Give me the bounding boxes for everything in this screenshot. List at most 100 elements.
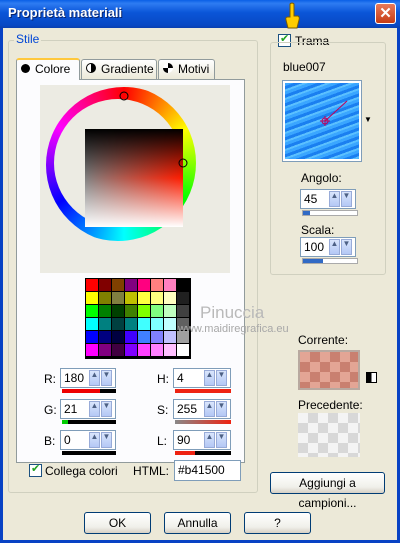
palette-swatch[interactable] (86, 331, 98, 343)
pattern-dropdown[interactable]: ▼ (362, 80, 374, 162)
palette-swatch[interactable] (151, 305, 163, 317)
palette-swatch[interactable] (125, 331, 137, 343)
palette-swatch[interactable] (99, 318, 111, 330)
spin-up-icon[interactable]: ▲ (329, 191, 340, 207)
l-slider[interactable] (175, 451, 231, 455)
h-spinbox[interactable]: 4 ▲ ▼ (173, 368, 231, 388)
palette-swatch[interactable] (164, 305, 176, 317)
palette-swatch[interactable] (164, 344, 176, 356)
palette-swatch[interactable] (151, 279, 163, 291)
s-slider[interactable] (175, 420, 231, 424)
palette-swatch[interactable] (99, 344, 111, 356)
palette-swatch[interactable] (177, 292, 189, 304)
palette-swatch[interactable] (125, 292, 137, 304)
r-spinbox[interactable]: 180 ▲ ▼ (60, 368, 116, 388)
palette-swatch[interactable] (112, 305, 124, 317)
scale-slider[interactable] (302, 258, 358, 264)
color-wheel-area[interactable] (40, 85, 230, 273)
add-to-swatches-button[interactable]: Aggiungi a campioni... (270, 472, 385, 510)
palette-swatch[interactable] (125, 305, 137, 317)
r-value[interactable]: 180 (64, 371, 84, 385)
spin-down-icon[interactable]: ▼ (101, 401, 112, 417)
ok-button[interactable]: OK (84, 512, 151, 534)
r-slider[interactable] (62, 389, 116, 393)
palette-swatch[interactable] (138, 305, 150, 317)
l-spinbox[interactable]: 90 ▲ ▼ (173, 430, 231, 450)
spin-up-icon[interactable]: ▲ (89, 370, 100, 386)
palette-swatch[interactable] (151, 344, 163, 356)
g-slider[interactable] (62, 420, 116, 424)
palette-swatch[interactable] (99, 292, 111, 304)
title-bar[interactable]: Proprietà materiali ✕ (0, 0, 400, 28)
palette-swatch[interactable] (125, 318, 137, 330)
spin-down-icon[interactable]: ▼ (341, 191, 352, 207)
palette-swatch[interactable] (138, 318, 150, 330)
g-value[interactable]: 21 (64, 402, 77, 416)
palette-swatch[interactable] (151, 331, 163, 343)
palette-swatch[interactable] (138, 279, 150, 291)
h-slider[interactable] (175, 389, 231, 393)
tab-colore[interactable]: Colore (16, 58, 80, 80)
html-value[interactable]: #b41500 (178, 463, 225, 477)
angle-value[interactable]: 45 (304, 192, 317, 206)
color-palette[interactable] (85, 278, 191, 359)
spin-up-icon[interactable]: ▲ (89, 401, 100, 417)
palette-swatch[interactable] (164, 331, 176, 343)
close-button[interactable]: ✕ (375, 3, 396, 24)
current-swatch[interactable] (298, 350, 360, 390)
previous-swatch[interactable] (298, 413, 360, 457)
b-slider[interactable] (62, 451, 116, 455)
help-button[interactable]: ? (244, 512, 311, 534)
b-value[interactable]: 0 (64, 433, 71, 447)
color-wheel[interactable] (40, 85, 230, 273)
palette-swatch[interactable] (138, 331, 150, 343)
palette-swatch[interactable] (99, 279, 111, 291)
spin-down-icon[interactable]: ▼ (216, 370, 227, 386)
palette-swatch[interactable] (86, 305, 98, 317)
palette-swatch[interactable] (112, 292, 124, 304)
scale-spinbox[interactable]: 100 ▲ ▼ (300, 237, 356, 257)
palette-swatch[interactable] (112, 331, 124, 343)
spin-down-icon[interactable]: ▼ (341, 239, 352, 255)
angle-slider[interactable] (302, 210, 358, 216)
palette-swatch[interactable] (86, 318, 98, 330)
l-value[interactable]: 90 (177, 433, 190, 447)
palette-swatch[interactable] (125, 344, 137, 356)
palette-swatch[interactable] (112, 318, 124, 330)
palette-swatch[interactable] (164, 318, 176, 330)
palette-swatch[interactable] (138, 292, 150, 304)
palette-swatch[interactable] (138, 344, 150, 356)
tab-gradiente[interactable]: Gradiente (81, 59, 157, 79)
spin-up-icon[interactable]: ▲ (204, 432, 215, 448)
palette-swatch[interactable] (151, 318, 163, 330)
scale-value[interactable]: 100 (304, 240, 324, 254)
spin-up-icon[interactable]: ▲ (329, 239, 340, 255)
s-spinbox[interactable]: 255 ▲ ▼ (173, 399, 231, 419)
spin-down-icon[interactable]: ▼ (101, 370, 112, 386)
palette-swatch[interactable] (112, 279, 124, 291)
tab-motivi[interactable]: Motivi (158, 59, 215, 79)
palette-swatch[interactable] (164, 279, 176, 291)
pattern-swatch[interactable] (282, 80, 362, 162)
palette-swatch[interactable] (86, 279, 98, 291)
spin-up-icon[interactable]: ▲ (89, 432, 100, 448)
palette-swatch[interactable] (86, 292, 98, 304)
h-value[interactable]: 4 (177, 371, 184, 385)
html-input[interactable]: #b41500 (174, 460, 241, 481)
spin-up-icon[interactable]: ▲ (204, 370, 215, 386)
angle-spinbox[interactable]: 45 ▲ ▼ (300, 189, 356, 209)
palette-swatch[interactable] (177, 279, 189, 291)
b-spinbox[interactable]: 0 ▲ ▼ (60, 430, 116, 450)
swap-icon[interactable] (366, 372, 377, 383)
cancel-button[interactable]: Annulla (164, 512, 231, 534)
palette-swatch[interactable] (164, 292, 176, 304)
palette-swatch[interactable] (99, 331, 111, 343)
spin-down-icon[interactable]: ▼ (216, 401, 227, 417)
palette-swatch[interactable] (177, 305, 189, 317)
palette-swatch[interactable] (99, 305, 111, 317)
g-spinbox[interactable]: 21 ▲ ▼ (60, 399, 116, 419)
palette-swatch[interactable] (125, 279, 137, 291)
collega-colori-checkbox[interactable] (29, 462, 42, 477)
palette-swatch[interactable] (177, 344, 189, 356)
palette-swatch[interactable] (112, 344, 124, 356)
